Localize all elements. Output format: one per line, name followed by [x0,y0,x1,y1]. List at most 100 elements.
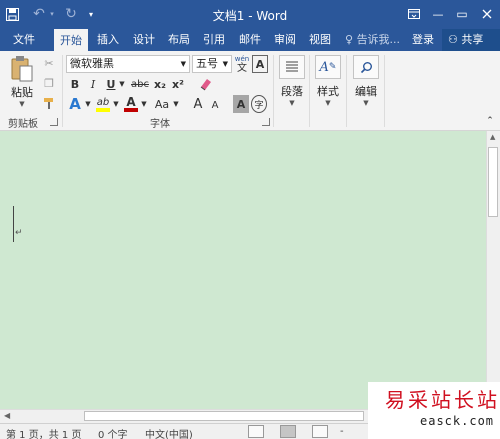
paragraph-mark-icon: ↵ [15,228,23,238]
grow-font-button[interactable]: A [190,95,206,113]
change-case-dropdown-icon[interactable]: ▼ [172,95,180,113]
text-effects-icon[interactable]: A [66,95,84,113]
word-count[interactable]: 0 个字 [98,426,128,439]
format-painter-icon[interactable] [40,95,58,111]
paragraph-icon [279,55,305,79]
tab-insert[interactable]: 插入 [92,29,124,51]
clear-formatting-icon[interactable] [196,76,214,92]
enclose-characters-button[interactable]: 字 [251,95,267,113]
watermark-cn-text: 易采站长站 [385,388,500,412]
character-border-button[interactable]: A [252,55,268,73]
phonetic-bottom-text: 文 [237,63,247,74]
text-effects-dropdown-icon[interactable]: ▼ [84,95,92,113]
group-separator [62,55,63,127]
ribbon-display-options-icon[interactable] [401,3,427,25]
editing-dropdown-icon: ▼ [363,99,369,107]
bold-button[interactable]: B [68,76,82,92]
italic-button[interactable]: I [86,76,100,92]
paste-button[interactable]: 粘贴 ▼ [6,55,38,108]
font-size-box[interactable]: 五号 ▼ [192,55,232,73]
title-bar: ↶ ▾ ↻ ▾ 文档1 - Word — ▭ [0,0,500,29]
subscript-button[interactable]: x₂ [152,76,168,92]
chevron-down-icon: ▼ [180,60,186,68]
font-name-value: 微软雅黑 [70,57,114,70]
paste-label: 粘贴 [11,86,33,99]
horizontal-scroll-thumb[interactable] [84,411,364,421]
close-button[interactable] [474,3,500,25]
highlight-dropdown-icon[interactable]: ▼ [112,95,120,113]
watermark-en-text: easck.com [420,414,495,428]
font-color-dropdown-icon[interactable]: ▼ [140,95,148,113]
styles-button[interactable]: A ✎ 样式 ▼ [314,55,342,107]
group-separator [346,55,347,127]
font-group-label: 字体 [150,119,170,130]
tab-design[interactable]: 设计 [128,29,160,51]
shrink-font-button[interactable]: A [208,97,222,113]
web-layout-icon[interactable] [312,425,328,438]
language-indicator[interactable]: 中文(中国) [145,426,193,439]
strikethrough-button[interactable]: abc [130,76,150,92]
cut-icon[interactable]: ✂ [40,55,58,71]
tab-mailings[interactable]: 邮件 [234,29,266,51]
magnifier-icon [353,55,379,79]
highlight-text: ab [96,96,110,108]
editing-label: 编辑 [355,85,377,98]
font-color-button[interactable]: A [122,95,140,113]
clipboard-launcher-icon[interactable] [50,118,58,126]
vertical-scroll-thumb[interactable] [488,147,498,217]
person-icon: ⚇ [448,33,458,46]
styles-label: 样式 [317,85,339,98]
paragraph-button[interactable]: 段落 ▼ [278,55,306,107]
group-separator [273,55,274,127]
share-button[interactable]: ⚇ 共享 [442,29,500,51]
font-color-letter: A [126,95,136,109]
tab-view[interactable]: 视图 [304,29,336,51]
tell-me-label: 告诉我... [356,33,401,46]
tab-layout[interactable]: 布局 [163,29,195,51]
clipboard-icon [10,55,34,83]
superscript-button[interactable]: x² [170,76,186,92]
editing-button[interactable]: 编辑 ▼ [352,55,380,107]
phonetic-guide-button[interactable]: wén 文 [234,53,250,75]
chevron-down-icon: ▼ [222,60,228,68]
restore-button[interactable]: ▭ [449,3,475,25]
sign-in-link[interactable]: 登录 [412,29,434,51]
document-canvas[interactable] [0,131,486,409]
styles-icon: A ✎ [315,55,341,79]
tab-home[interactable]: 开始 [54,29,88,51]
paragraph-label: 段落 [281,85,303,98]
tell-me-box[interactable]: ♀ 告诉我... [345,29,400,51]
underline-dropdown-icon[interactable]: ▼ [118,76,126,92]
scroll-up-icon[interactable]: ▲ [490,133,495,141]
share-label: 共享 [461,33,484,46]
print-layout-icon[interactable] [280,425,296,438]
text-cursor [13,206,14,242]
character-shading-button[interactable]: A [233,95,249,113]
minimize-button[interactable]: — [425,3,451,25]
highlight-color-button[interactable]: ab [94,95,112,113]
font-color-swatch [124,108,138,112]
page-count[interactable]: 第 1 页，共 1 页 [6,426,81,439]
scroll-left-icon[interactable]: ◀ [4,411,10,420]
zoom-out-button[interactable]: - [340,426,344,437]
highlight-swatch [96,107,110,112]
underline-button[interactable]: U [104,76,118,92]
read-mode-icon[interactable] [248,425,264,438]
paste-dropdown-icon: ▼ [19,100,25,108]
font-name-box[interactable]: 微软雅黑 ▼ [66,55,190,73]
font-size-value: 五号 [196,57,218,70]
font-launcher-icon[interactable] [262,118,270,126]
copy-icon[interactable]: ❐ [40,75,58,91]
paragraph-dropdown-icon: ▼ [289,99,295,107]
clipboard-group-label: 剪贴板 [8,119,38,130]
styles-dropdown-icon: ▼ [325,99,331,107]
collapse-ribbon-icon[interactable]: ⌃ [484,115,496,127]
group-separator [384,55,385,127]
group-separator [309,55,310,127]
ribbon-tabs: 文件 开始 插入 设计 布局 引用 邮件 审阅 视图 ♀ 告诉我... 登录 ⚇… [0,29,500,51]
change-case-button[interactable]: Aa [152,95,172,113]
tab-references[interactable]: 引用 [198,29,230,51]
ribbon-home: 粘贴 ▼ ✂ ❐ 剪贴板 微软雅黑 ▼ 五号 ▼ wén 文 A B I U ▼… [0,51,500,131]
tab-review[interactable]: 审阅 [269,29,301,51]
tab-file[interactable]: 文件 [6,29,42,51]
